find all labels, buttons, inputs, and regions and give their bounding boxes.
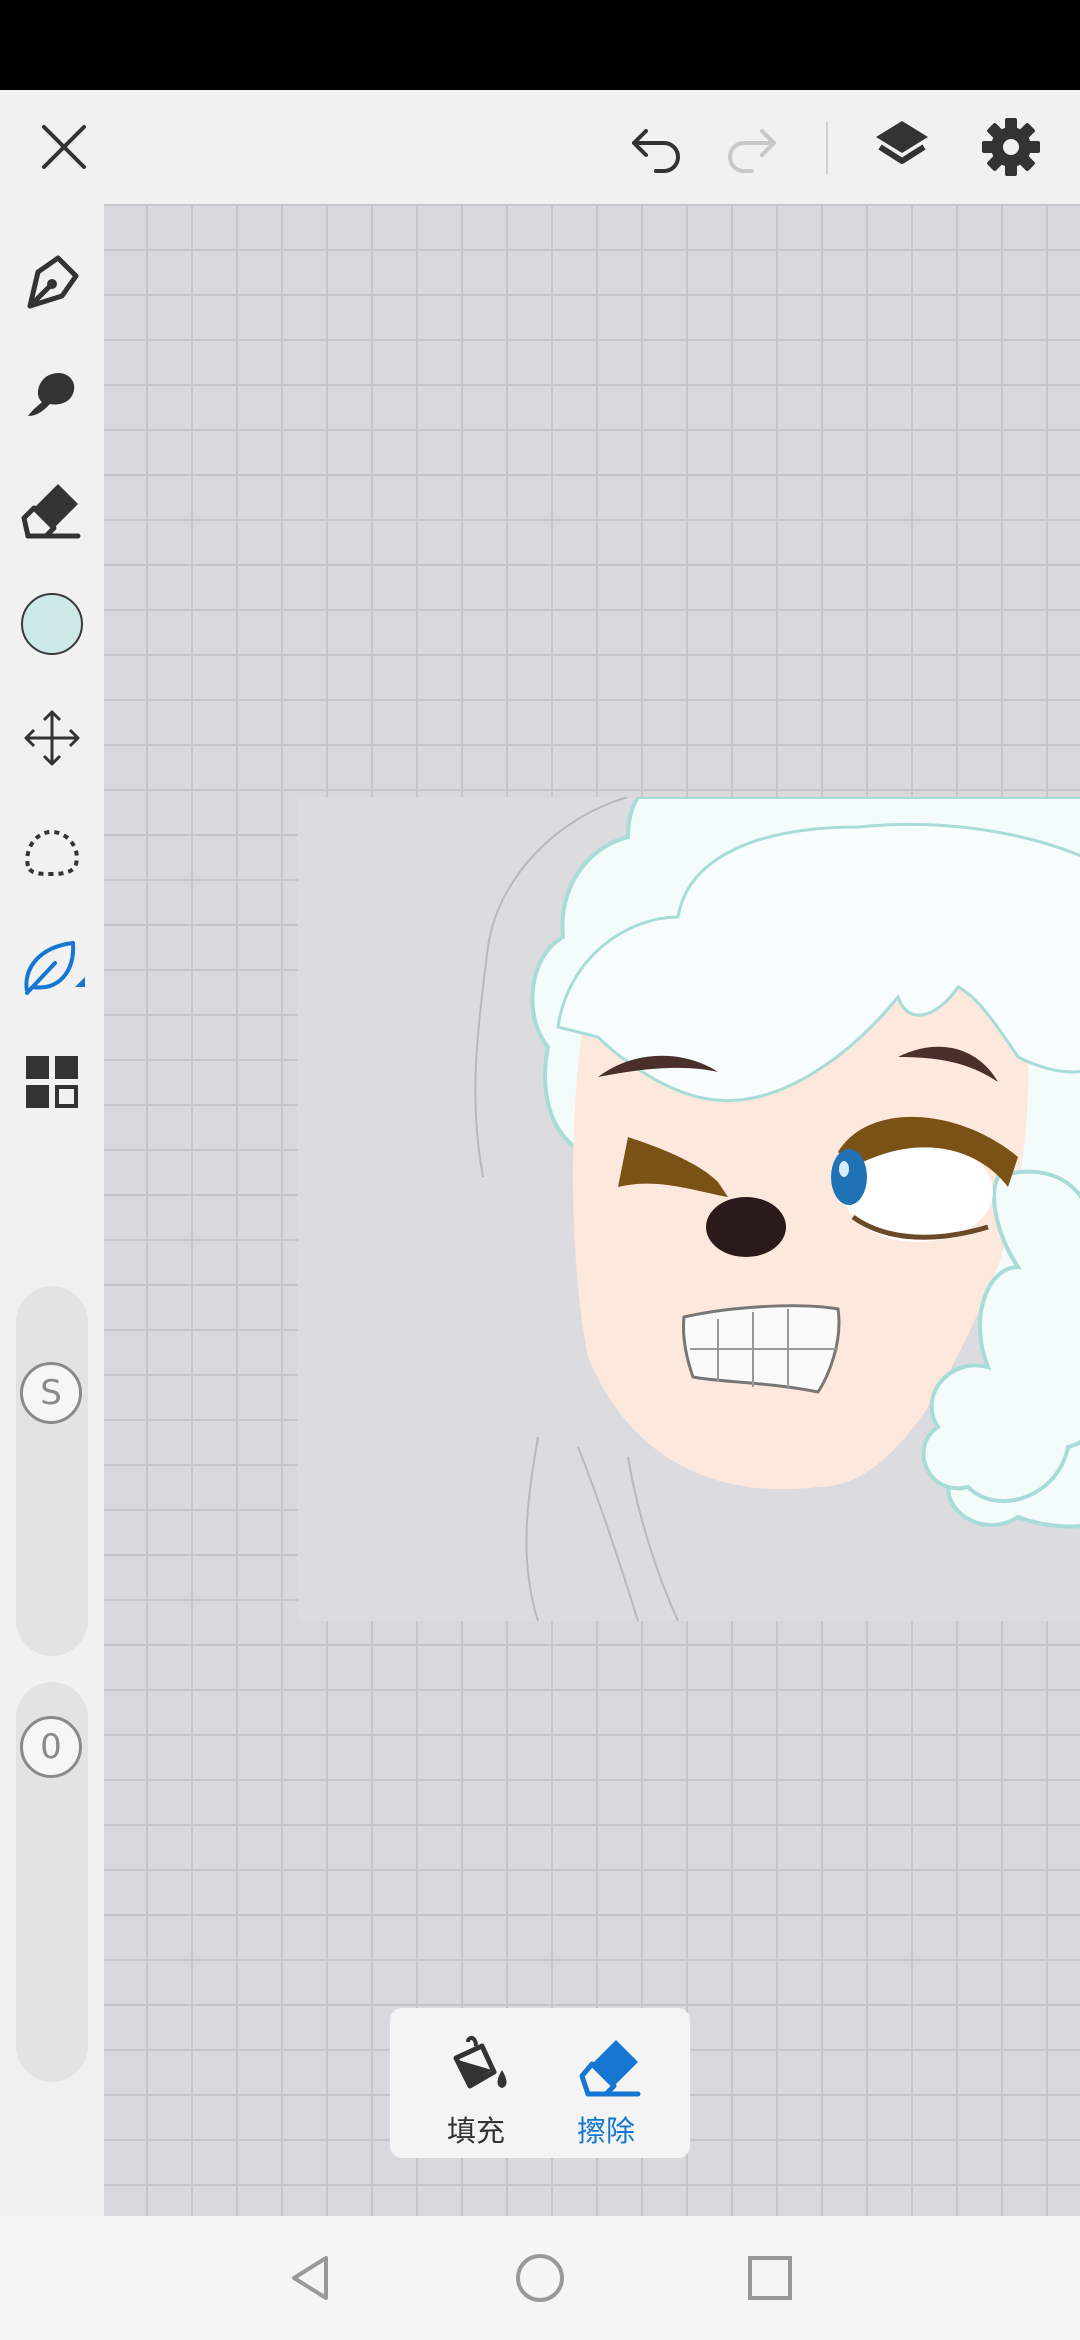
brush-size-slider[interactable]	[16, 1286, 88, 1656]
undo-button[interactable]	[620, 111, 692, 183]
close-icon	[42, 125, 86, 169]
back-button[interactable]	[278, 2246, 342, 2310]
fill-option[interactable]: 填充	[416, 2026, 536, 2148]
recents-square-icon	[748, 2256, 792, 2300]
iris	[831, 1149, 867, 1205]
system-nav-bar	[0, 2216, 1080, 2340]
brush-size-label: S	[40, 1373, 62, 1413]
grid-icon	[26, 1056, 78, 1108]
sketch-line	[627, 1456, 679, 1621]
undo-icon	[632, 129, 680, 173]
drawing-workspace[interactable]: 填充 擦除	[104, 204, 1080, 2216]
more-tools-button[interactable]	[14, 1044, 90, 1120]
settings-button[interactable]	[975, 111, 1047, 183]
nose	[706, 1197, 786, 1257]
lasso-icon	[25, 829, 79, 877]
home-circle-icon	[516, 2254, 564, 2302]
tool-sidebar: S 0	[0, 204, 104, 2216]
redo-icon	[728, 129, 776, 173]
fill-erase-popup: 填充 擦除	[390, 2008, 690, 2158]
eraser-icon	[579, 2040, 641, 2097]
color-picker[interactable]	[14, 586, 90, 662]
eraser-icon	[21, 484, 81, 539]
brush-size-knob[interactable]: S	[20, 1362, 82, 1424]
layers-icon	[876, 121, 928, 164]
redo-button[interactable]	[716, 111, 788, 183]
recents-button[interactable]	[738, 2246, 802, 2310]
layers-button[interactable]	[866, 111, 938, 183]
leaf-icon	[24, 941, 85, 995]
lasso-tool[interactable]	[14, 814, 90, 890]
opacity-knob[interactable]: 0	[20, 1716, 82, 1778]
sketch-line	[577, 1446, 639, 1621]
pen-tool[interactable]	[14, 244, 90, 320]
eraser-tool[interactable]	[14, 470, 90, 546]
pupil-highlight	[839, 1161, 849, 1177]
top-toolbar	[0, 90, 1080, 204]
erase-label: 擦除	[576, 2114, 635, 2148]
erase-option[interactable]: 擦除	[546, 2026, 666, 2148]
gear-icon	[982, 118, 1040, 176]
sketch-line	[525, 1436, 539, 1621]
toolbar-divider	[826, 122, 828, 174]
status-bar	[0, 0, 1080, 90]
close-button[interactable]	[28, 111, 100, 183]
smudge-tool[interactable]	[14, 356, 90, 432]
fill-tool[interactable]	[14, 930, 90, 1006]
back-triangle-icon	[292, 2256, 328, 2300]
pen-nib-icon	[27, 255, 79, 309]
smudge-icon	[28, 372, 75, 416]
fill-label: 填充	[446, 2114, 505, 2148]
move-arrows-icon	[24, 710, 80, 766]
drawing-canvas[interactable]	[298, 797, 1080, 1621]
move-tool[interactable]	[14, 700, 90, 776]
home-button[interactable]	[508, 2246, 572, 2310]
opacity-label: 0	[40, 1727, 62, 1767]
artwork-illustration	[474, 797, 1080, 1621]
current-color-swatch	[21, 593, 83, 655]
paint-bucket-icon	[453, 2035, 507, 2089]
